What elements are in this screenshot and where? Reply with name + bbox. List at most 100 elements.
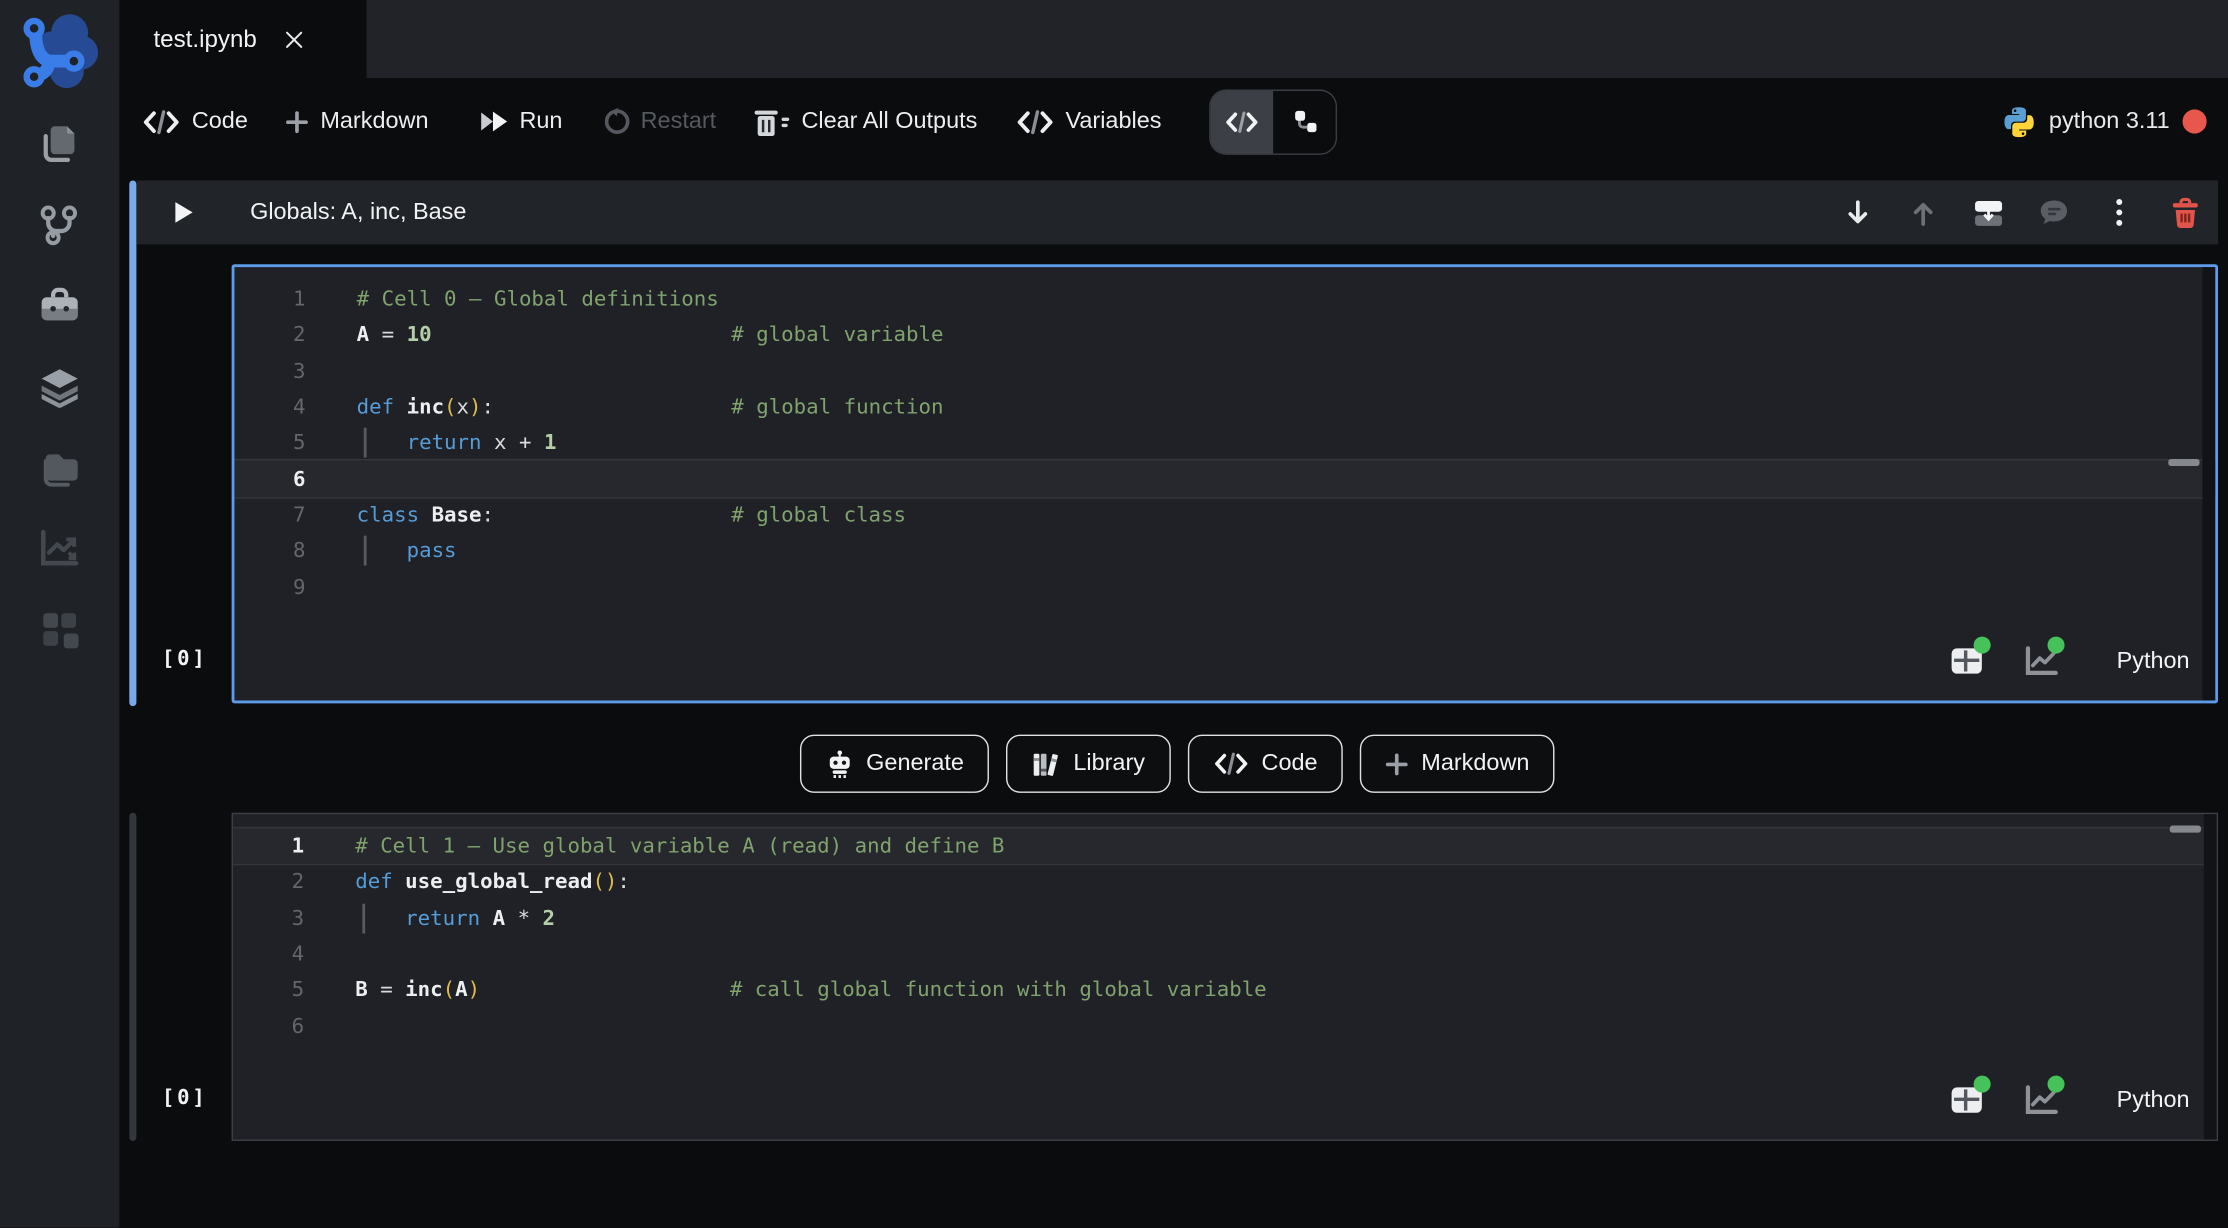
code-line[interactable]: 6 — [233, 1008, 2217, 1044]
app-logo-icon[interactable] — [16, 10, 104, 92]
code-line[interactable]: 9 — [234, 569, 2215, 605]
cell2-exec-count: [0] — [148, 1087, 222, 1110]
insert-cell-bar: Generate Library Code — [136, 735, 2218, 793]
layers-icon[interactable] — [37, 364, 82, 409]
code-icon — [1225, 110, 1259, 133]
cell1-actions — [1843, 198, 2200, 228]
move-cell-down-icon[interactable] — [1843, 198, 1873, 228]
comment-icon[interactable] — [2039, 198, 2069, 228]
code-lines[interactable]: 1# Cell 0 — Global definitions2A = 10 # … — [234, 267, 2215, 700]
line-number: 5 — [234, 431, 305, 455]
indent-guide — [362, 903, 365, 933]
line-number: 2 — [234, 323, 305, 347]
cell2-editor[interactable]: 1# Cell 1 — Use global variable A (read)… — [232, 813, 2218, 1141]
chart-output-icon[interactable] — [2023, 642, 2060, 679]
code-line[interactable]: 4def inc(x): # global function — [234, 389, 2215, 425]
library-button[interactable]: Library — [1007, 735, 1171, 793]
tab-title: test.ipynb — [153, 25, 256, 53]
cell1-title: Globals: A, inc, Base — [250, 199, 466, 226]
line-number: 6 — [234, 467, 305, 491]
line-content: class Base: # global class — [305, 497, 906, 533]
generate-button-label: Generate — [866, 750, 964, 777]
restart-icon — [602, 108, 629, 135]
view-toggle — [1210, 89, 1338, 154]
line-number: 9 — [234, 575, 305, 599]
insert-code-button[interactable]: Code — [1188, 735, 1344, 793]
insert-markdown-button[interactable]: Markdown — [1360, 735, 1555, 793]
cell2-scrollbar-track[interactable] — [2204, 814, 2217, 1139]
toolbox-icon[interactable] — [37, 283, 82, 328]
cell1-editor[interactable]: 1# Cell 0 — Global definitions2A = 10 # … — [232, 264, 2218, 703]
line-number: 6 — [233, 1014, 304, 1038]
cell1-exec-count: [0] — [148, 648, 222, 671]
line-number: 1 — [234, 287, 305, 311]
code-button-label: Code — [192, 108, 248, 135]
line-number: 3 — [233, 906, 304, 930]
cell2-scrollbar-thumb[interactable] — [2170, 826, 2201, 833]
code-icon — [1016, 109, 1054, 135]
code-line[interactable]: 2A = 10 # global variable — [234, 317, 2215, 353]
code-line[interactable]: 1# Cell 1 — Use global variable A (read)… — [233, 828, 2217, 864]
generate-button[interactable]: Generate — [799, 735, 989, 793]
line-content: return A * 2 — [304, 900, 555, 936]
variables-button-label: Variables — [1065, 108, 1161, 135]
code-line[interactable]: 4 — [233, 936, 2217, 972]
tab-close-icon[interactable] — [284, 29, 304, 49]
code-line[interactable]: 3 — [234, 353, 2215, 389]
code-view-toggle[interactable] — [1211, 90, 1274, 153]
plugins-icon[interactable] — [37, 607, 82, 652]
more-options-icon[interactable] — [2104, 198, 2134, 228]
insert-cell-below-icon[interactable] — [1974, 198, 2004, 228]
cell1-scrollbar-track[interactable] — [2202, 267, 2215, 700]
play-icon — [173, 200, 194, 224]
tab-test-ipynb[interactable]: test.ipynb — [119, 0, 366, 78]
notebook-app: test.ipynb Code Markdown — [0, 0, 2228, 1228]
line-number: 1 — [233, 834, 304, 858]
code-line[interactable]: 3 return A * 2 — [233, 900, 2217, 936]
folder-icon[interactable] — [37, 445, 82, 490]
table-output-icon[interactable] — [1949, 642, 1986, 679]
flow-view-toggle[interactable] — [1274, 90, 1337, 153]
markdown-button[interactable]: Markdown — [286, 108, 428, 135]
clear-all-outputs-button[interactable]: Clear All Outputs — [753, 106, 977, 137]
git-branch-icon[interactable] — [37, 202, 82, 247]
code-line[interactable]: 1# Cell 0 — Global definitions — [234, 281, 2215, 317]
code-line[interactable]: 2def use_global_read(): — [233, 864, 2217, 900]
code-line[interactable]: 8 pass — [234, 533, 2215, 569]
cell1-language-label[interactable]: Python — [2117, 647, 2190, 674]
table-output-icon[interactable] — [1949, 1081, 1986, 1118]
delete-cell-icon[interactable] — [2170, 198, 2200, 228]
move-cell-up-icon[interactable] — [1908, 198, 1938, 228]
cell1-scrollbar-thumb[interactable] — [2168, 459, 2199, 466]
plus-icon — [286, 110, 309, 133]
code-line[interactable]: 5 return x + 1 — [234, 425, 2215, 461]
restart-button[interactable]: Restart — [602, 108, 716, 135]
variables-button[interactable]: Variables — [1016, 108, 1162, 135]
line-content: return x + 1 — [305, 425, 556, 461]
line-number: 2 — [233, 870, 304, 894]
run-button[interactable]: Run — [478, 108, 562, 135]
table-badge-dot — [1973, 1076, 1990, 1093]
analytics-icon[interactable] — [37, 526, 82, 571]
sidebar-nav — [0, 121, 119, 652]
files-icon[interactable] — [37, 121, 82, 166]
chart-badge-dot — [2047, 637, 2064, 654]
run-cell-button[interactable] — [173, 200, 194, 224]
code-lines[interactable]: 1# Cell 1 — Use global variable A (read)… — [233, 814, 2217, 1139]
kernel-status-dot — [2183, 109, 2207, 133]
code-line[interactable]: 6 — [234, 461, 2215, 497]
chart-badge-dot — [2047, 1076, 2064, 1093]
cell2-language-label[interactable]: Python — [2117, 1086, 2190, 1113]
code-button[interactable]: Code — [142, 108, 248, 135]
plus-icon — [1386, 752, 1409, 775]
insert-markdown-button-label: Markdown — [1421, 750, 1529, 777]
toolbar: Code Markdown Run Restart — [119, 78, 2228, 165]
code-line[interactable]: 5B = inc(A) # call global function with … — [233, 972, 2217, 1008]
python-icon — [2002, 104, 2036, 138]
chart-output-icon[interactable] — [2023, 1081, 2060, 1118]
kernel-selector[interactable]: python 3.11 — [2002, 104, 2207, 138]
code-line[interactable]: 7class Base: # global class — [234, 497, 2215, 533]
line-number: 4 — [233, 942, 304, 966]
library-button-label: Library — [1073, 750, 1145, 777]
clear-outputs-icon — [753, 106, 790, 137]
